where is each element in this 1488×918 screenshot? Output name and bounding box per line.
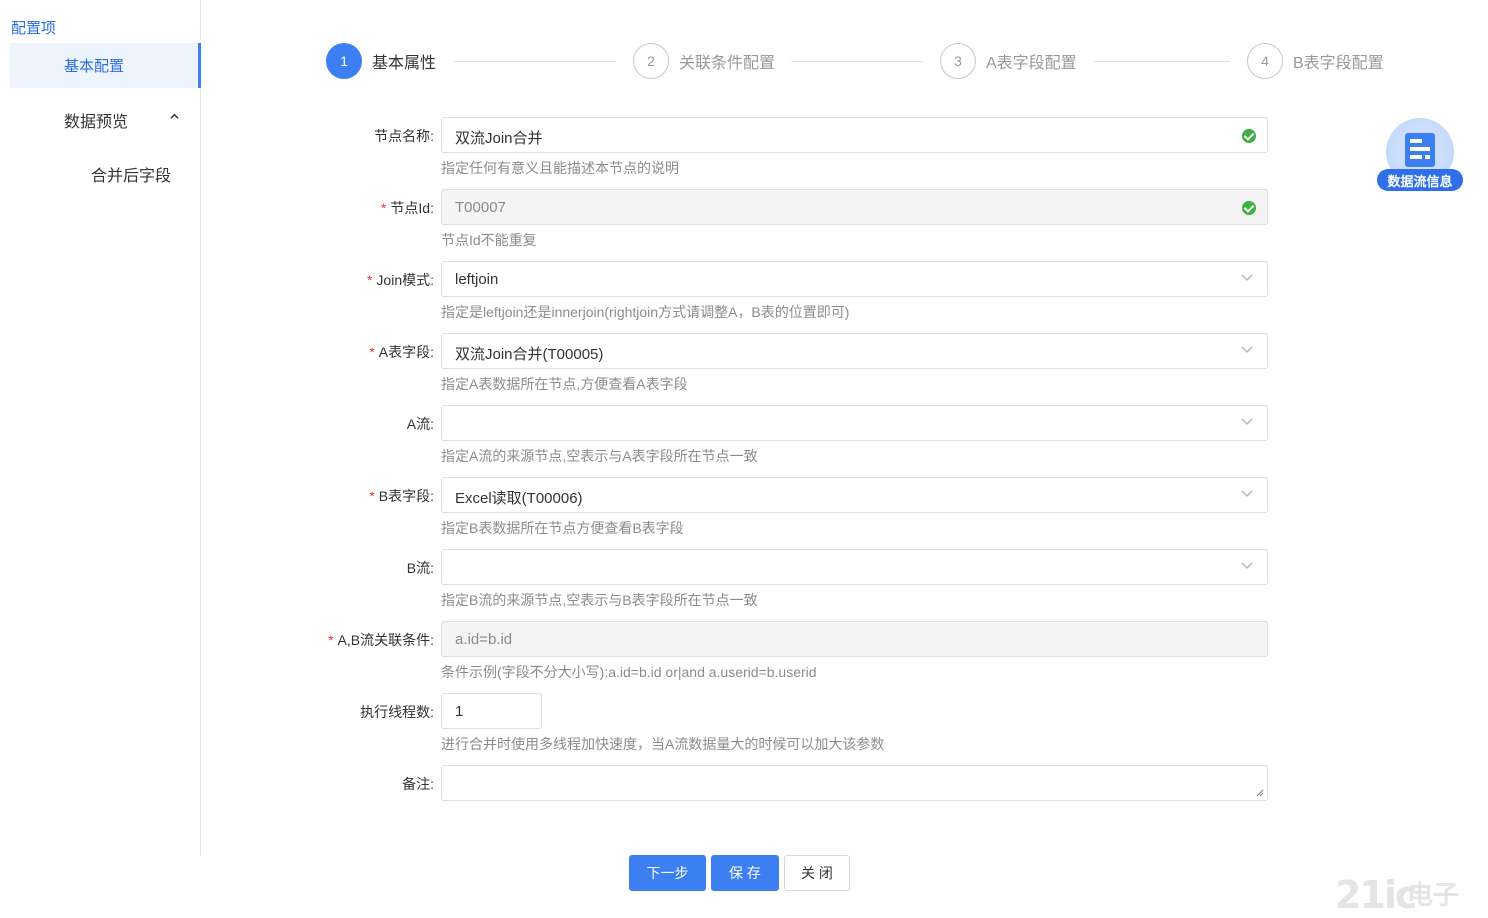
watermark-text: 21ic <box>1335 873 1417 917</box>
sidebar-item-label: 基本配置 <box>63 58 124 75</box>
step-title: 关联条件配置 <box>679 55 776 72</box>
check-circle-icon <box>1242 129 1256 143</box>
form-row-join-mode: * Join模式: leftjoin 指定是leftjoin还是innerjoin… <box>0 261 1488 320</box>
watermark-text: 电子网 <box>1407 880 1460 918</box>
a-field-select[interactable]: 双流Join合并(T00005) <box>441 333 1268 369</box>
page: 配置项 基本配置 数据预览 合并后字段 1 基本属性 2 关联条件配置 3 A表… <box>0 0 1488 918</box>
resize-handle-icon[interactable] <box>1256 789 1264 797</box>
step-title: 基本属性 <box>372 55 437 72</box>
field-label: B流: <box>406 560 434 576</box>
chevron-down-icon <box>1241 562 1253 569</box>
document-icon <box>1405 133 1435 167</box>
step-divider <box>1094 61 1230 62</box>
step-title: B表字段配置 <box>1293 55 1384 72</box>
field-label: * B表字段: <box>369 488 434 504</box>
step-basic-properties[interactable]: 1 基本属性 <box>326 43 436 79</box>
sidebar-item-basic-config[interactable]: 基本配置 <box>10 43 201 88</box>
b-field-select[interactable]: Excel读取(T00006) <box>441 477 1268 513</box>
join-condition-input[interactable]: a.id=b.id <box>441 621 1268 657</box>
field-label: * A表字段: <box>369 344 434 360</box>
form-row-b-field: * B表字段: Excel读取(T00006) 指定B表数据所在节点方便查看B表字… <box>0 477 1488 536</box>
step-title: A表字段配置 <box>986 55 1077 72</box>
field-hint: 指定是leftjoin还是innerjoin(rightjoin方式请调整A，B… <box>441 304 850 320</box>
node-id-input: T00007 <box>441 189 1268 225</box>
field-hint: 指定任何有意义且能描述本节点的说明 <box>441 160 679 176</box>
step-number: 1 <box>326 43 362 79</box>
chevron-down-icon <box>1241 274 1253 281</box>
step-b-fields[interactable]: 4 B表字段配置 <box>1247 43 1384 79</box>
field-label: 备注: <box>402 776 434 792</box>
step-number: 3 <box>940 43 976 79</box>
save-button[interactable]: 保 存 <box>711 855 779 891</box>
chevron-down-icon <box>1241 346 1253 353</box>
join-mode-select[interactable]: leftjoin <box>441 261 1268 297</box>
input-value: 1 <box>455 703 464 720</box>
step-number: 4 <box>1247 43 1283 79</box>
form-row-node-id: * 节点Id: T00007 节点Id不能重复 <box>0 189 1488 248</box>
chevron-down-icon <box>1241 418 1253 425</box>
field-hint: 进行合并时使用多线程加快速度，当A流数据量大的时候可以加大该参数 <box>441 736 885 752</box>
field-hint: 指定A表数据所在节点,方便查看A表字段 <box>441 376 688 392</box>
node-name-input[interactable]: 双流Join合并 <box>441 117 1268 153</box>
next-step-button[interactable]: 下一步 <box>629 855 706 891</box>
sidebar-title: 配置项 <box>11 20 57 37</box>
threads-input[interactable]: 1 <box>441 693 542 729</box>
step-divider <box>454 61 616 62</box>
field-label: * A,B流关联条件: <box>328 632 434 648</box>
form-row-a-stream: A流: 指定A流的来源节点,空表示与A表字段所在节点一致 <box>0 405 1488 464</box>
input-value: T00007 <box>455 199 506 216</box>
field-label: * Join模式: <box>366 272 434 288</box>
check-circle-icon <box>1242 201 1256 215</box>
select-value: leftjoin <box>455 271 499 288</box>
select-value: Excel读取(T00006) <box>455 490 583 507</box>
step-a-fields[interactable]: 3 A表字段配置 <box>940 43 1077 79</box>
form-row-b-stream: B流: 指定B流的来源节点,空表示与B表字段所在节点一致 <box>0 549 1488 608</box>
field-hint: 指定B流的来源节点,空表示与B表字段所在节点一致 <box>441 592 758 608</box>
form-row-threads: 执行线程数: 1 进行合并时使用多线程加快速度，当A流数据量大的时候可以加大该参… <box>0 693 1488 752</box>
form-row-remark: 备注: <box>0 765 1488 801</box>
select-value: 双流Join合并(T00005) <box>455 346 604 363</box>
required-mark: * <box>369 344 375 360</box>
field-label: A流: <box>406 416 434 432</box>
form-row-condition: * A,B流关联条件: a.id=b.id 条件示例(字段不分大小写):a.id=… <box>0 621 1488 680</box>
field-hint: 指定A流的来源节点,空表示与A表字段所在节点一致 <box>441 448 758 464</box>
field-label: * 节点Id: <box>380 200 434 216</box>
watermark-logo: 21ic 电子网 <box>1335 873 1481 918</box>
close-button[interactable]: 关 闭 <box>784 855 850 891</box>
step-number: 2 <box>633 43 669 79</box>
step-divider <box>791 61 923 62</box>
chevron-down-icon <box>1241 490 1253 497</box>
badge-label: 数据流信息 <box>1377 169 1463 191</box>
a-stream-select[interactable] <box>441 405 1268 441</box>
field-hint: 节点Id不能重复 <box>441 232 537 248</box>
required-mark: * <box>380 200 387 216</box>
form-row-a-field: * A表字段: 双流Join合并(T00005) 指定A表数据所在节点,方便查看A… <box>0 333 1488 392</box>
required-mark: * <box>369 488 375 504</box>
steps-bar: 1 基本属性 2 关联条件配置 3 A表字段配置 4 B表字段配置 <box>326 43 1396 79</box>
step-join-condition[interactable]: 2 关联条件配置 <box>633 43 775 79</box>
input-value: 双流Join合并 <box>455 130 543 147</box>
dataflow-info-badge[interactable]: 数据流信息 <box>1377 118 1463 192</box>
b-stream-select[interactable] <box>441 549 1268 585</box>
input-value: a.id=b.id <box>455 631 513 648</box>
field-label: 节点名称: <box>374 128 434 144</box>
remark-textarea[interactable] <box>441 765 1268 801</box>
required-mark: * <box>328 632 334 648</box>
form-row-node-name: 节点名称: 双流Join合并 指定任何有意义且能描述本节点的说明 <box>0 117 1488 176</box>
sidebar-item-label: 合并后字段 <box>91 168 172 185</box>
field-hint: 指定B表数据所在节点方便查看B表字段 <box>441 520 684 536</box>
field-label: 执行线程数: <box>360 704 434 720</box>
required-mark: * <box>366 272 373 288</box>
field-hint: 条件示例(字段不分大小写):a.id=b.id or|and a.userid=… <box>441 664 817 680</box>
